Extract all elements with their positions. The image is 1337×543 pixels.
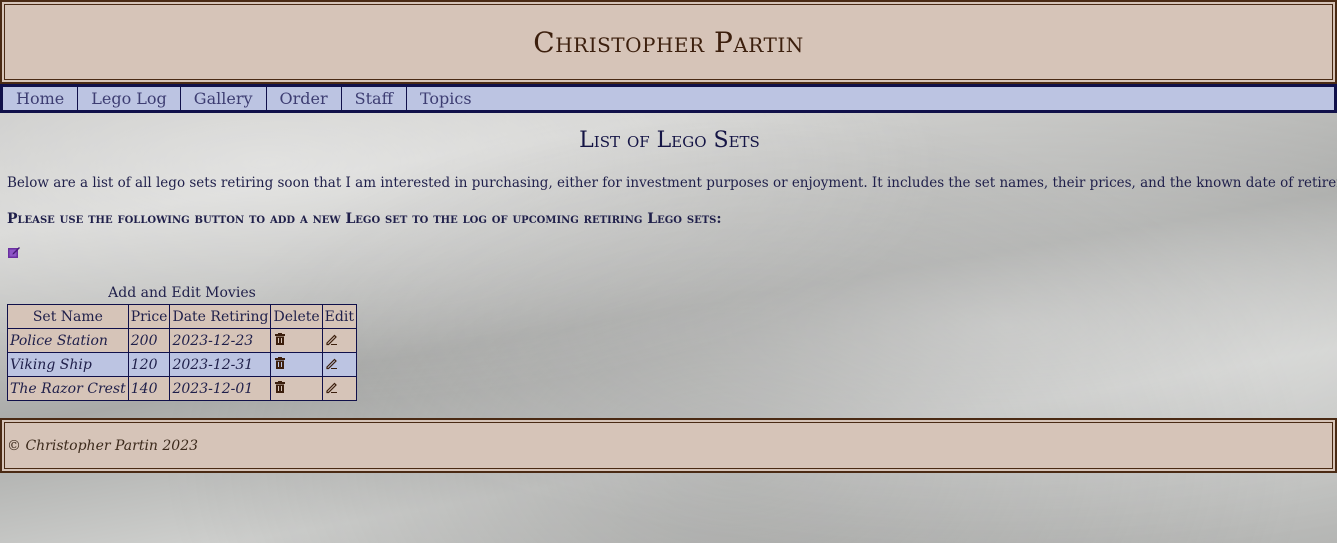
price-cell: 140 bbox=[127, 376, 171, 401]
pencil-icon[interactable] bbox=[325, 356, 339, 374]
pencil-icon[interactable] bbox=[325, 332, 339, 350]
column-header-date-retiring: Date Retiring bbox=[169, 304, 272, 329]
site-header: Christopher Partin bbox=[0, 0, 1337, 84]
pencil-icon[interactable] bbox=[325, 380, 339, 398]
main-content: List of Lego Sets Below are a list of al… bbox=[7, 128, 1337, 401]
trash-icon[interactable] bbox=[273, 356, 287, 374]
lego-sets-table: Add and Edit Movies Set Name Price Date … bbox=[7, 285, 357, 401]
nav-item-lego-log[interactable]: Lego Log bbox=[78, 87, 181, 110]
site-title: Christopher Partin bbox=[533, 25, 804, 59]
delete-cell bbox=[270, 376, 323, 401]
page-title: List of Lego Sets bbox=[579, 128, 760, 153]
date-cell: 2023-12-31 bbox=[169, 352, 272, 377]
site-footer: © Christopher Partin 2023 bbox=[0, 418, 1337, 473]
date-cell: 2023-12-23 bbox=[169, 328, 272, 353]
nav-item-home[interactable]: Home bbox=[3, 87, 79, 110]
column-header-price: Price bbox=[127, 304, 171, 329]
nav-item-staff[interactable]: Staff bbox=[342, 87, 407, 110]
set-name-cell: Police Station bbox=[7, 328, 129, 353]
date-cell: 2023-12-01 bbox=[169, 376, 272, 401]
nav-item-order[interactable]: Order bbox=[267, 87, 342, 110]
trash-icon[interactable] bbox=[273, 332, 287, 350]
price-cell: 120 bbox=[127, 352, 171, 377]
edit-cell bbox=[321, 376, 357, 401]
edit-cell bbox=[321, 328, 357, 353]
edit-cell bbox=[321, 352, 357, 377]
price-cell: 200 bbox=[127, 328, 171, 353]
delete-cell bbox=[270, 352, 323, 377]
set-name-cell: Viking Ship bbox=[7, 352, 129, 377]
column-header-delete: Delete bbox=[270, 304, 323, 329]
main-nav: Home Lego Log Gallery Order Staff Topics bbox=[0, 84, 1337, 113]
copyright-text: © Christopher Partin 2023 bbox=[7, 437, 199, 454]
trash-icon[interactable] bbox=[273, 380, 287, 398]
nav-item-topics[interactable]: Topics bbox=[407, 87, 485, 110]
table-header-row: Set Name Price Date Retiring Delete Edit bbox=[7, 304, 357, 329]
table-caption: Add and Edit Movies bbox=[108, 285, 256, 301]
nav-item-gallery[interactable]: Gallery bbox=[181, 87, 267, 110]
table-row: The Razor Crest 140 2023-12-01 bbox=[7, 376, 357, 401]
table-row: Viking Ship 120 2023-12-31 bbox=[7, 352, 357, 377]
add-note-icon[interactable] bbox=[7, 244, 21, 258]
instruction-text: Please use the following button to add a… bbox=[7, 211, 722, 227]
table-row: Police Station 200 2023-12-23 bbox=[7, 328, 357, 353]
set-name-cell: The Razor Crest bbox=[7, 376, 129, 401]
delete-cell bbox=[270, 328, 323, 353]
column-header-set-name: Set Name bbox=[7, 304, 129, 329]
column-header-edit: Edit bbox=[321, 304, 357, 329]
intro-text: Below are a list of all lego sets retiri… bbox=[7, 175, 1337, 191]
